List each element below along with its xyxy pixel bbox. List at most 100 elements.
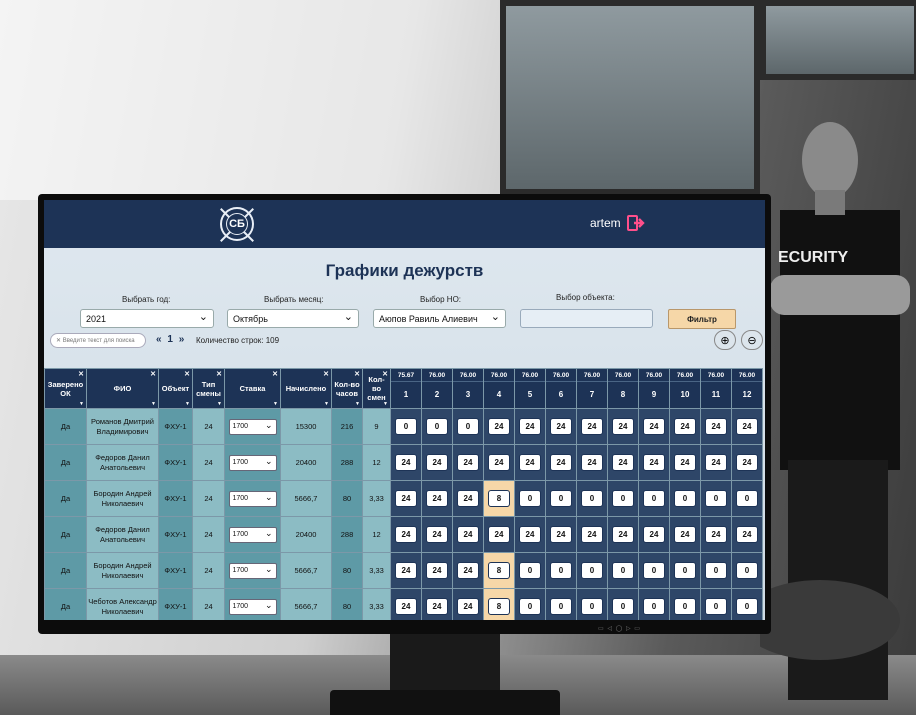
sort-icon[interactable]: ▼ (217, 401, 222, 407)
close-icon[interactable]: ✕ (272, 370, 278, 378)
day-hours-input[interactable]: 0 (705, 490, 727, 507)
day-hours-input[interactable]: 24 (488, 454, 510, 471)
day-hours-input[interactable]: 24 (674, 526, 696, 543)
day-hours-input[interactable]: 24 (612, 418, 634, 435)
zoom-out-icon[interactable]: ⊖ (741, 330, 763, 350)
day-hours-input[interactable]: 0 (736, 598, 758, 615)
ho-select[interactable]: Аюпов Равиль Алиевич (373, 309, 506, 328)
day-hours-input[interactable]: 0 (674, 598, 696, 615)
day-hours-input[interactable]: 0 (550, 598, 572, 615)
day-hours-input[interactable]: 24 (550, 418, 572, 435)
month-select[interactable]: Октябрь (227, 309, 359, 328)
header-name[interactable]: ✕ ФИО ▼ (86, 368, 159, 409)
rate-select[interactable]: 1700 (228, 418, 277, 435)
day-hours-input[interactable]: 0 (643, 562, 665, 579)
day-hours-input[interactable]: 24 (488, 418, 510, 435)
day-hours-input[interactable]: 24 (736, 418, 758, 435)
day-hours-input[interactable]: 0 (395, 418, 417, 435)
header-shift-type[interactable]: ✕ Тип смены ▼ (192, 368, 225, 409)
day-hours-input[interactable]: 0 (736, 490, 758, 507)
pager-page[interactable]: 1 (167, 334, 173, 345)
sort-icon[interactable]: ▼ (273, 401, 278, 407)
table-row[interactable]: ДаФедоров Данил АнатольевичФХУ-124170020… (44, 516, 763, 553)
day-hours-input[interactable]: 24 (643, 526, 665, 543)
sort-icon[interactable]: ▼ (151, 401, 156, 407)
pager-prev[interactable]: « (156, 334, 162, 345)
day-hours-input[interactable]: 24 (519, 526, 541, 543)
table-row[interactable]: Да Чеботов Александр Николаевич ФХУ-1 24 170… (44, 588, 763, 620)
day-hours-input[interactable]: 24 (395, 454, 417, 471)
day-hours-input[interactable]: 0 (612, 598, 634, 615)
day-hours-input[interactable]: 8 (488, 598, 510, 615)
day-hours-input[interactable]: 24 (550, 454, 572, 471)
day-hours-input[interactable]: 0 (736, 562, 758, 579)
header-verified[interactable]: ✕ Заверено ОК ▼ (44, 368, 87, 409)
pager-next[interactable]: » (179, 334, 185, 345)
close-icon[interactable]: ✕ (184, 370, 190, 378)
day-hours-input[interactable]: 24 (581, 418, 603, 435)
day-hours-input[interactable]: 24 (581, 526, 603, 543)
sort-icon[interactable]: ▼ (324, 401, 329, 407)
day-hours-input[interactable]: 24 (519, 454, 541, 471)
zoom-in-icon[interactable]: ⊕ (714, 330, 736, 350)
day-hours-input[interactable]: 24 (674, 418, 696, 435)
day-hours-input[interactable]: 0 (426, 418, 448, 435)
day-hours-input[interactable]: 24 (643, 418, 665, 435)
day-hours-input[interactable]: 24 (426, 598, 448, 615)
table-row[interactable]: ДаБородин Андрей НиколаевичФХУ-124170056… (44, 480, 763, 517)
day-hours-input[interactable]: 0 (581, 598, 603, 615)
search-input[interactable]: ✕ Введите текст для поиска (50, 333, 146, 348)
day-hours-input[interactable]: 0 (643, 490, 665, 507)
day-hours-input[interactable]: 24 (674, 454, 696, 471)
sort-icon[interactable]: ▼ (185, 401, 190, 407)
day-hours-input[interactable]: 0 (674, 490, 696, 507)
rate-select[interactable]: 1700 (228, 454, 277, 471)
day-hours-input[interactable]: 24 (736, 526, 758, 543)
day-hours-input[interactable]: 24 (457, 562, 479, 579)
day-hours-input[interactable]: 24 (519, 418, 541, 435)
day-hours-input[interactable]: 0 (519, 598, 541, 615)
day-hours-input[interactable]: 8 (488, 490, 510, 507)
object-input[interactable] (520, 309, 653, 328)
day-hours-input[interactable]: 24 (643, 454, 665, 471)
day-hours-input[interactable]: 0 (581, 490, 603, 507)
close-icon[interactable]: ✕ (323, 370, 329, 378)
day-hours-input[interactable]: 0 (612, 562, 634, 579)
table-row[interactable]: Да Романов Дмитрий Владимирович ФХУ-1 24 170… (44, 408, 763, 445)
day-hours-input[interactable]: 0 (674, 562, 696, 579)
day-hours-input[interactable]: 24 (705, 526, 727, 543)
day-hours-input[interactable]: 24 (426, 490, 448, 507)
day-hours-input[interactable]: 24 (581, 454, 603, 471)
logout-icon[interactable] (626, 213, 646, 233)
day-hours-input[interactable]: 0 (519, 562, 541, 579)
close-icon[interactable]: ✕ (382, 370, 388, 378)
day-hours-input[interactable]: 24 (705, 418, 727, 435)
header-hours[interactable]: ✕ Кол-во часов ▼ (331, 368, 363, 409)
day-hours-input[interactable]: 24 (395, 490, 417, 507)
close-icon[interactable]: ✕ (354, 370, 360, 378)
sort-icon[interactable]: ▼ (79, 401, 84, 407)
day-hours-input[interactable]: 24 (457, 526, 479, 543)
year-select[interactable]: 2021 (80, 309, 214, 328)
day-hours-input[interactable]: 24 (426, 526, 448, 543)
day-hours-input[interactable]: 24 (457, 598, 479, 615)
day-hours-input[interactable]: 24 (426, 454, 448, 471)
day-hours-input[interactable]: 24 (457, 454, 479, 471)
day-hours-input[interactable]: 24 (550, 526, 572, 543)
close-icon[interactable]: ✕ (216, 370, 222, 378)
day-hours-input[interactable]: 24 (395, 598, 417, 615)
day-hours-input[interactable]: 24 (736, 454, 758, 471)
table-row[interactable]: ДаФедоров Данил АнатольевичФХУ-124170020… (44, 444, 763, 481)
day-hours-input[interactable]: 0 (643, 598, 665, 615)
close-icon[interactable]: ✕ (78, 370, 84, 378)
close-icon[interactable]: ✕ (150, 370, 156, 378)
day-hours-input[interactable]: 0 (550, 562, 572, 579)
rate-select[interactable]: 1700 (228, 562, 277, 579)
day-hours-input[interactable]: 0 (705, 562, 727, 579)
header-shifts[interactable]: ✕ Кол-во смен ▼ (362, 368, 391, 409)
day-hours-input[interactable]: 0 (581, 562, 603, 579)
rate-select[interactable]: 1700 (228, 526, 277, 543)
day-hours-input[interactable]: 0 (457, 418, 479, 435)
day-hours-input[interactable]: 24 (457, 490, 479, 507)
rate-select[interactable]: 1700 (228, 490, 277, 507)
